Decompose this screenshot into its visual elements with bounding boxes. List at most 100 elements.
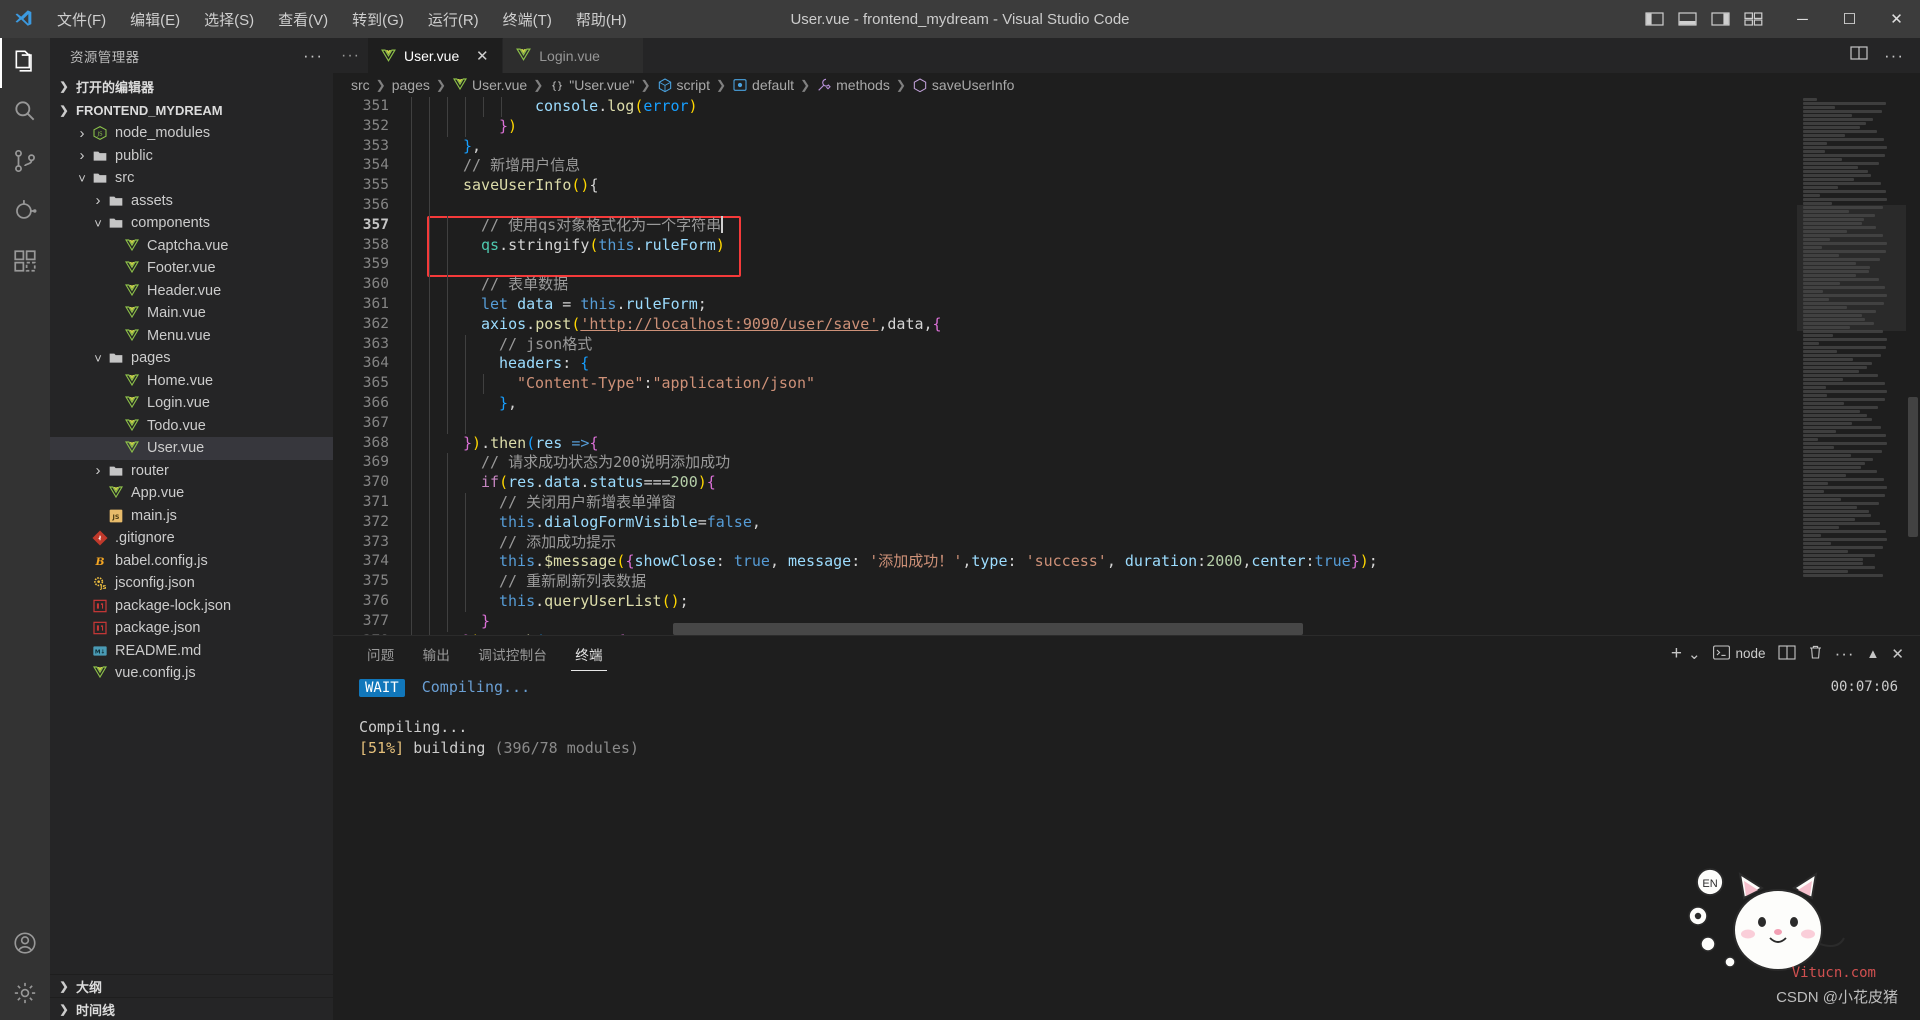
tree-file-footer-vue[interactable]: Footer.vue bbox=[50, 257, 333, 280]
breadcrumb-item-6[interactable]: methods bbox=[816, 77, 890, 93]
tree-file-app-vue[interactable]: App.vue bbox=[50, 482, 333, 505]
activity-explorer[interactable] bbox=[0, 38, 50, 88]
code-line-365[interactable]: 365 "Content-Type":"application/json" bbox=[333, 374, 1796, 394]
activity-accounts[interactable] bbox=[0, 920, 50, 970]
code-line-353[interactable]: 353}, bbox=[333, 136, 1796, 157]
tree-folder-assets[interactable]: › assets bbox=[50, 190, 333, 213]
tabs-more-icon[interactable]: ··· bbox=[333, 38, 368, 73]
tree-file-menu-vue[interactable]: Menu.vue bbox=[50, 325, 333, 348]
menu-item-0[interactable]: 文件(F) bbox=[46, 5, 117, 34]
toggle-secondary-sidebar-icon[interactable] bbox=[1711, 11, 1730, 27]
code-editor[interactable]: 351 console.log(error) 352}) 353}, 354// 新增用… bbox=[333, 97, 1920, 635]
menu-item-1[interactable]: 编辑(E) bbox=[119, 5, 191, 34]
new-terminal-button[interactable]: + bbox=[1671, 643, 1682, 665]
breadcrumb-item-3[interactable]: {} "User.vue" bbox=[549, 77, 634, 93]
split-terminal-icon[interactable] bbox=[1778, 644, 1796, 663]
scrollbar-thumb[interactable] bbox=[1908, 397, 1918, 537]
tree-file-babel-config-js[interactable]: Bbabel.config.js bbox=[50, 550, 333, 573]
breadcrumb-item-2[interactable]: User.vue bbox=[452, 77, 527, 93]
code-line-374[interactable]: 374 this.$message({showClose: true, messa… bbox=[333, 552, 1796, 573]
code-line-376[interactable]: 376 this.queryUserList(); bbox=[333, 591, 1796, 612]
breadcrumb-item-0[interactable]: src bbox=[351, 77, 370, 93]
section-timeline[interactable]: ❯ 时间线 bbox=[50, 997, 333, 1020]
editor-tab-user-vue[interactable]: User.vue ✕ bbox=[368, 38, 504, 73]
code-line-359[interactable]: 359 bbox=[333, 255, 1796, 276]
code-line-362[interactable]: 362 axios.post('http://localhost:9090/use… bbox=[333, 314, 1796, 335]
panel-tab-1[interactable]: 输出 bbox=[409, 636, 465, 671]
activity-manage[interactable] bbox=[0, 970, 50, 1020]
code-line-375[interactable]: 375 // 重新刷新列表数据 bbox=[333, 572, 1796, 592]
code-line-373[interactable]: 373 // 添加成功提示 bbox=[333, 532, 1796, 553]
code-line-368[interactable]: 368}).then(res =>{ bbox=[333, 433, 1796, 454]
tree-file-home-vue[interactable]: Home.vue bbox=[50, 370, 333, 393]
tree-folder-components[interactable]: ˅ components bbox=[50, 212, 333, 235]
code-line-370[interactable]: 370 if(res.data.status===200){ bbox=[333, 473, 1796, 493]
tree-file-todo-vue[interactable]: Todo.vue bbox=[50, 415, 333, 438]
tree-file-user-vue[interactable]: User.vue bbox=[50, 437, 333, 460]
code-line-363[interactable]: 363 // json格式 bbox=[333, 334, 1796, 355]
editor-tab-login-vue[interactable]: Login.vue✕ bbox=[503, 38, 644, 73]
tree-file-header-vue[interactable]: Header.vue bbox=[50, 280, 333, 303]
activity-extensions[interactable] bbox=[0, 238, 50, 288]
code-line-351[interactable]: 351 console.log(error) bbox=[333, 97, 1796, 117]
section-open-editors[interactable]: ❯ 打开的编辑器 bbox=[50, 74, 333, 98]
toggle-primary-sidebar-icon[interactable] bbox=[1645, 11, 1664, 27]
maximize-button[interactable]: ☐ bbox=[1826, 0, 1873, 38]
tree-folder-public[interactable]: › public bbox=[50, 145, 333, 168]
code-line-366[interactable]: 366}, bbox=[333, 393, 1796, 414]
code-line-372[interactable]: 372 this.dialogFormVisible=false, bbox=[333, 512, 1796, 533]
minimap[interactable] bbox=[1796, 97, 1906, 635]
sidebar-more-actions-icon[interactable]: ··· bbox=[303, 46, 323, 66]
toggle-panel-icon[interactable] bbox=[1678, 11, 1697, 27]
tree-file-main-vue[interactable]: Main.vue bbox=[50, 302, 333, 325]
tree-file-readme-md[interactable]: M↓ README.md bbox=[50, 640, 333, 663]
code-line-369[interactable]: 369 // 请求成功状态为200说明添加成功 bbox=[333, 453, 1796, 474]
close-button[interactable]: ✕ bbox=[1873, 0, 1920, 38]
customize-layout-icon[interactable] bbox=[1744, 11, 1763, 27]
tree-folder-node-modules[interactable]: › JS node_modules bbox=[50, 122, 333, 145]
tree-file-main-js[interactable]: JS main.js bbox=[50, 505, 333, 528]
tree-file-package-lock-json[interactable]: package-lock.json bbox=[50, 595, 333, 618]
tree-folder-router[interactable]: › router bbox=[50, 460, 333, 483]
panel-tab-3[interactable]: 终端 bbox=[561, 636, 617, 671]
breadcrumb-item-1[interactable]: pages bbox=[392, 77, 430, 93]
minimize-button[interactable]: ─ bbox=[1779, 0, 1826, 38]
panel-tab-2[interactable]: 调试控制台 bbox=[464, 636, 561, 671]
tree-file-vue-config-js[interactable]: vue.config.js bbox=[50, 662, 333, 685]
kill-terminal-icon[interactable] bbox=[1808, 644, 1823, 663]
activity-source-control[interactable] bbox=[0, 138, 50, 188]
code-line-358[interactable]: 358 qs.stringify(this.ruleForm) bbox=[333, 235, 1796, 256]
code-lines[interactable]: 351 console.log(error) 352}) 353}, 354// 新增用… bbox=[333, 97, 1796, 635]
menu-item-5[interactable]: 运行(R) bbox=[417, 5, 490, 34]
tree-file--gitignore[interactable]: .gitignore bbox=[50, 527, 333, 550]
tree-file-captcha-vue[interactable]: Captcha.vue bbox=[50, 235, 333, 258]
menu-item-4[interactable]: 转到(G) bbox=[341, 5, 415, 34]
terminal-selector[interactable]: node bbox=[1712, 644, 1766, 663]
menu-item-2[interactable]: 选择(S) bbox=[193, 5, 265, 34]
split-editor-icon[interactable] bbox=[1850, 45, 1868, 66]
code-line-364[interactable]: 364 headers: { bbox=[333, 354, 1796, 375]
code-line-355[interactable]: 355 saveUserInfo(){ bbox=[333, 176, 1796, 196]
code-line-357[interactable]: 357 // 使用qs对象格式化为一个字符串 bbox=[333, 215, 1796, 236]
tree-folder-src[interactable]: ˅ src bbox=[50, 167, 333, 190]
panel-more-actions-icon[interactable]: ··· bbox=[1835, 644, 1855, 664]
breadcrumb-item-4[interactable]: script bbox=[657, 77, 710, 93]
breadcrumb-item-5[interactable]: default bbox=[732, 77, 794, 93]
tree-file-login-vue[interactable]: Login.vue bbox=[50, 392, 333, 415]
maximize-panel-icon[interactable]: ▲ bbox=[1867, 646, 1880, 661]
code-line-367[interactable]: 367 bbox=[333, 413, 1796, 434]
section-outline[interactable]: ❯ 大纲 bbox=[50, 974, 333, 997]
activity-search[interactable] bbox=[0, 88, 50, 138]
menu-item-6[interactable]: 终端(T) bbox=[492, 5, 563, 34]
terminal-output[interactable]: 00:07:06 WAIT Compiling... Compiling... … bbox=[333, 671, 1920, 1020]
terminal-dropdown-icon[interactable]: ⌄ bbox=[1688, 645, 1701, 663]
code-line-356[interactable]: 356 bbox=[333, 195, 1796, 216]
code-line-360[interactable]: 360 // 表单数据 bbox=[333, 275, 1796, 295]
menu-item-3[interactable]: 查看(V) bbox=[267, 5, 339, 34]
code-line-352[interactable]: 352}) bbox=[333, 116, 1796, 137]
tab-close-icon[interactable]: ✕ bbox=[474, 47, 490, 65]
close-panel-icon[interactable]: ✕ bbox=[1891, 645, 1904, 663]
menu-item-7[interactable]: 帮助(H) bbox=[565, 5, 638, 34]
activity-run-debug[interactable] bbox=[0, 188, 50, 238]
editor-more-actions-icon[interactable]: ··· bbox=[1884, 46, 1904, 66]
